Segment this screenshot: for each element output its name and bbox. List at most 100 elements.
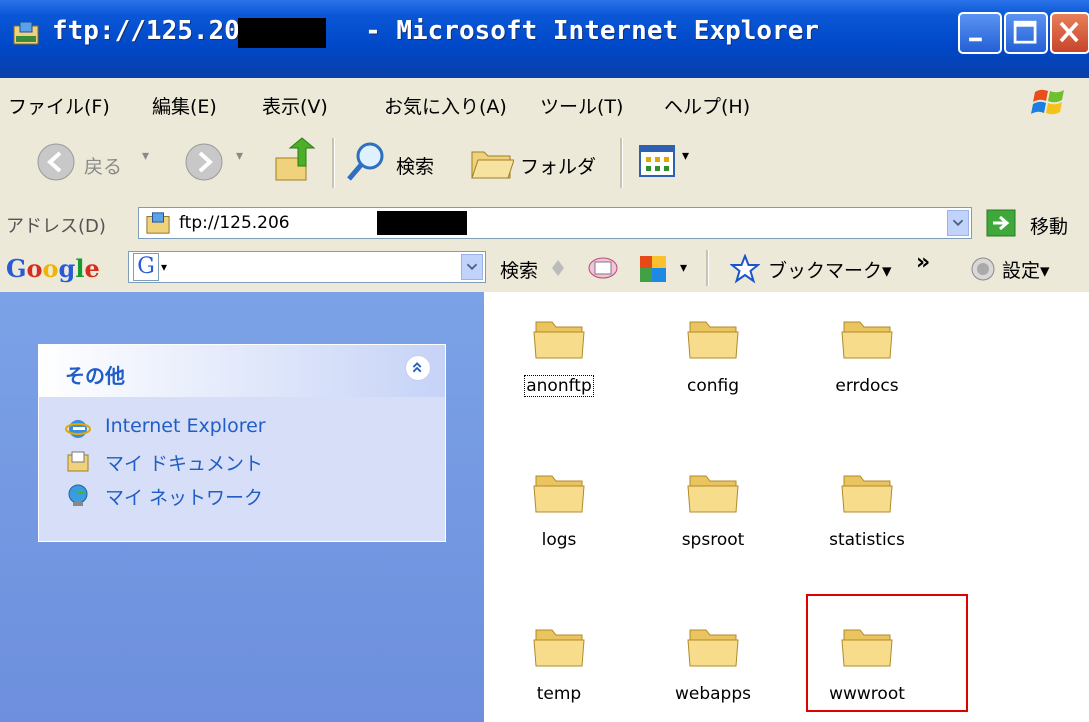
folder-item-anonftp[interactable]: anonftp: [484, 292, 634, 397]
address-value: ftp://125.206: [179, 213, 290, 233]
menu-help[interactable]: ヘルプ(H): [664, 92, 750, 119]
folder-item-statistics[interactable]: statistics: [792, 446, 942, 550]
highlight-annotation-box: [806, 594, 968, 712]
windows-logo-icon: [1031, 89, 1064, 115]
forward-arrow-icon[interactable]: [184, 142, 224, 182]
toolbar-separator: [332, 138, 335, 188]
minimize-icon: [969, 37, 982, 42]
folder-icon: [841, 321, 893, 359]
go-button-label[interactable]: 移動: [1030, 212, 1068, 239]
link-label: マイ ネットワーク: [105, 487, 264, 509]
standard-toolbar: 戻る ▾ ▾ 検索 フォルダ ▾: [0, 126, 1089, 203]
my-documents-icon: [67, 451, 89, 472]
folder-label: logs: [541, 530, 577, 550]
close-icon: [1059, 21, 1079, 43]
minimize-button[interactable]: [958, 12, 1002, 54]
folder-icon: [533, 475, 585, 513]
chevron-down-icon: ▾: [161, 260, 168, 274]
google-search-input[interactable]: G ▾: [128, 251, 486, 283]
search-button-label[interactable]: 検索: [396, 152, 434, 179]
chevron-down-icon: [466, 263, 478, 271]
menu-bar: ファイル(F) 編集(E) 表示(V) お気に入り(A) ツール(T) ヘルプ(…: [0, 78, 1089, 127]
google-g-icon[interactable]: G: [133, 253, 159, 281]
folder-icon: [687, 475, 739, 513]
folders-icon[interactable]: [470, 142, 514, 182]
search-icon[interactable]: [344, 140, 388, 184]
google-toolbar: Google G ▾ 検索 ▾ ブックマーク▾ » 設定▾: [0, 244, 1089, 293]
popup-dropdown-icon[interactable]: ▾: [680, 260, 687, 276]
folder-view: anonftp config errdocs logs spsroot stat…: [484, 292, 1089, 722]
folder-icon: [687, 629, 739, 667]
internet-explorer-icon: [65, 420, 91, 438]
folder-icon: [687, 321, 739, 359]
folders-button-label[interactable]: フォルダ: [520, 152, 596, 179]
toolbar-separator: [620, 138, 623, 188]
folder-label: anonftp: [524, 375, 594, 397]
google-search-button[interactable]: 検索: [500, 256, 538, 283]
folder-item-errdocs[interactable]: errdocs: [792, 292, 942, 396]
maximize-icon: [1013, 20, 1037, 44]
google-dropdown-button[interactable]: [461, 254, 483, 280]
back-arrow-icon[interactable]: [36, 142, 76, 182]
title-bar[interactable]: ftp://125.206 - Microsoft Internet Explo…: [0, 0, 1089, 78]
bookmarks-button[interactable]: ブックマーク▾: [768, 256, 892, 283]
star-icon[interactable]: [730, 254, 760, 284]
maximize-button[interactable]: [1004, 12, 1048, 54]
google-logo: Google: [6, 254, 100, 283]
folder-label: webapps: [674, 684, 751, 704]
back-button-label[interactable]: 戻る: [84, 152, 122, 179]
folder-item-temp[interactable]: temp: [484, 600, 634, 704]
address-bar: アドレス(D) ftp://125.206 移動: [0, 202, 1089, 245]
menu-file[interactable]: ファイル(F): [8, 92, 110, 119]
news-icon[interactable]: [586, 252, 620, 284]
collapse-button[interactable]: [405, 355, 431, 381]
folder-label: config: [686, 376, 740, 396]
settings-radio-icon[interactable]: [970, 256, 996, 282]
address-label: アドレス(D): [6, 216, 106, 237]
go-arrow-icon[interactable]: [986, 209, 1016, 237]
my-network-icon: [68, 484, 88, 506]
folder-label: spsroot: [681, 530, 745, 550]
folder-icon: [841, 475, 893, 513]
task-pane: その他 Internet Explorer マイ ドキュメント マイ ネットワー…: [0, 292, 484, 722]
chevron-down-icon: [952, 219, 964, 227]
other-places-panel: その他 Internet Explorer マイ ドキュメント マイ ネットワー…: [38, 344, 446, 542]
folder-label: statistics: [829, 530, 905, 550]
double-chevron-up-icon: [412, 362, 422, 373]
panel-body: Internet Explorer マイ ドキュメント マイ ネットワーク: [39, 397, 445, 541]
address-dropdown-button[interactable]: [947, 210, 969, 236]
folder-item-spsroot[interactable]: spsroot: [638, 446, 788, 550]
folder-item-logs[interactable]: logs: [484, 446, 634, 550]
link-label: マイ ドキュメント: [105, 453, 264, 475]
forward-dropdown-icon[interactable]: ▾: [236, 148, 243, 164]
redaction-bar: [238, 18, 326, 48]
back-dropdown-icon[interactable]: ▾: [142, 148, 149, 164]
ftp-folder-icon: [13, 21, 39, 45]
menu-view[interactable]: 表示(V): [262, 92, 328, 119]
panel-header[interactable]: その他: [39, 345, 445, 397]
window-title: ftp://125.206 - Microsoft Internet Explo…: [52, 16, 820, 46]
folder-item-webapps[interactable]: webapps: [638, 600, 788, 704]
folder-icon: [533, 321, 585, 359]
link-label: Internet Explorer: [105, 415, 266, 437]
folder-label: errdocs: [835, 376, 899, 396]
close-button[interactable]: [1050, 12, 1089, 54]
menu-tools[interactable]: ツール(T): [540, 92, 623, 119]
popup-blocker-icon[interactable]: [636, 252, 670, 284]
redaction-bar: [377, 211, 467, 235]
settings-button[interactable]: 設定▾: [1002, 256, 1050, 283]
address-input[interactable]: ftp://125.206: [138, 207, 972, 239]
folder-label: temp: [536, 684, 582, 704]
more-chevron-icon[interactable]: »: [916, 250, 930, 275]
toolbar-separator: [706, 250, 709, 286]
menu-edit[interactable]: 編集(E): [152, 92, 217, 119]
folder-icon: [533, 629, 585, 667]
views-dropdown-icon[interactable]: ▾: [682, 148, 689, 164]
ftp-folder-icon: [146, 212, 170, 234]
panel-title: その他: [65, 364, 125, 388]
folder-item-config[interactable]: config: [638, 292, 788, 396]
menu-favorites[interactable]: お気に入り(A): [384, 92, 507, 119]
up-folder-icon[interactable]: [272, 136, 316, 186]
separator-diamond-icon: [552, 260, 564, 276]
views-icon[interactable]: [638, 144, 678, 180]
